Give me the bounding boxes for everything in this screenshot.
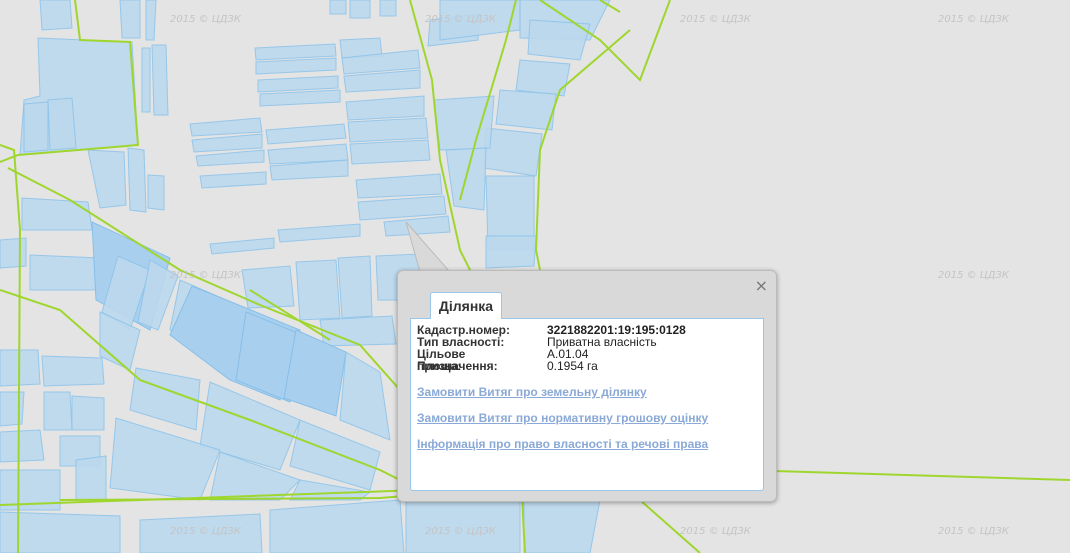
parcel[interactable]	[127, 147, 147, 213]
parcel[interactable]	[39, 0, 73, 31]
parcel[interactable]	[145, 0, 157, 41]
parcel[interactable]	[295, 259, 341, 321]
parcel[interactable]	[75, 455, 107, 501]
area-label: Площа:	[417, 359, 462, 373]
parcel[interactable]	[433, 95, 495, 151]
parcel-attributes: Кадастр.номер: 3221882201:19:195:0128 Ти…	[417, 324, 686, 372]
parcel[interactable]	[47, 97, 77, 151]
parcel[interactable]	[119, 0, 141, 39]
watermark: 2015 © ЦДЗК	[938, 526, 1010, 537]
parcel[interactable]	[379, 0, 397, 17]
parcel[interactable]	[21, 197, 93, 231]
parcel[interactable]	[199, 171, 267, 189]
watermark: 2015 © ЦДЗК	[938, 270, 1010, 281]
parcel[interactable]	[355, 173, 443, 199]
parcel[interactable]	[483, 127, 543, 177]
parcel[interactable]	[523, 497, 601, 553]
parcel[interactable]	[277, 223, 361, 243]
watermark: 2015 © ЦДЗК	[938, 14, 1010, 25]
order-valuation-extract-link[interactable]: Замовити Витяг про нормативну грошову оц…	[417, 411, 708, 425]
parcel[interactable]	[339, 351, 391, 441]
tab-parcel[interactable]: Ділянка	[430, 292, 502, 319]
area-value: 0.1954 га	[547, 359, 598, 373]
watermark: 2015 © ЦДЗК	[170, 270, 242, 281]
parcel[interactable]	[189, 117, 263, 137]
parcel[interactable]	[0, 237, 27, 269]
parcel[interactable]	[265, 123, 347, 145]
parcel[interactable]	[257, 75, 339, 93]
parcel[interactable]	[255, 57, 337, 75]
watermark: 2015 © ЦДЗК	[680, 14, 752, 25]
parcel[interactable]	[151, 44, 169, 116]
area-row: Площа: 0.1954 га	[417, 360, 686, 372]
parcel[interactable]	[147, 174, 165, 211]
watermark: 2015 © ЦДЗК	[680, 526, 752, 537]
parcel[interactable]	[349, 139, 431, 165]
parcel[interactable]	[495, 89, 557, 131]
parcel[interactable]	[23, 101, 49, 153]
watermark: 2015 © ЦДЗК	[170, 14, 242, 25]
parcel[interactable]	[347, 117, 429, 143]
parcel-info-popup: × Ділянка Кадастр.номер: 3221882201:19:1…	[397, 270, 777, 502]
parcel[interactable]	[71, 395, 105, 431]
parcel[interactable]	[195, 149, 265, 167]
parcel[interactable]	[87, 149, 127, 209]
ownership-rights-info-link[interactable]: Інформація про право власності та речові…	[417, 437, 708, 451]
parcel[interactable]	[319, 315, 397, 347]
parcel[interactable]	[43, 391, 73, 431]
parcel[interactable]	[329, 0, 347, 15]
parcel[interactable]	[41, 355, 105, 387]
parcel[interactable]	[345, 95, 425, 121]
parcel[interactable]	[337, 255, 373, 319]
parcel[interactable]	[349, 0, 371, 19]
parcel[interactable]	[141, 47, 151, 113]
parcel[interactable]	[259, 89, 341, 107]
parcel[interactable]	[515, 59, 571, 97]
watermark: 2015 © ЦДЗК	[425, 14, 497, 25]
parcel[interactable]	[191, 133, 263, 153]
order-land-extract-link[interactable]: Замовити Витяг про земельну ділянку	[417, 385, 708, 399]
close-icon[interactable]: ×	[755, 276, 768, 295]
watermark: 2015 © ЦДЗК	[425, 526, 497, 537]
parcel[interactable]	[254, 43, 337, 61]
parcel[interactable]	[383, 215, 451, 237]
parcel[interactable]	[29, 254, 101, 291]
parcel[interactable]	[357, 195, 447, 221]
parcel[interactable]	[209, 237, 275, 255]
watermark: 2015 © ЦДЗК	[170, 526, 242, 537]
parcel[interactable]	[0, 391, 25, 427]
action-links: Замовити Витяг про земельну ділянку Замо…	[417, 385, 708, 463]
parcel[interactable]	[485, 235, 537, 269]
parcel[interactable]	[0, 429, 45, 463]
parcel-info-panel: Кадастр.номер: 3221882201:19:195:0128 Ти…	[410, 318, 764, 491]
parcel[interactable]	[269, 499, 405, 553]
